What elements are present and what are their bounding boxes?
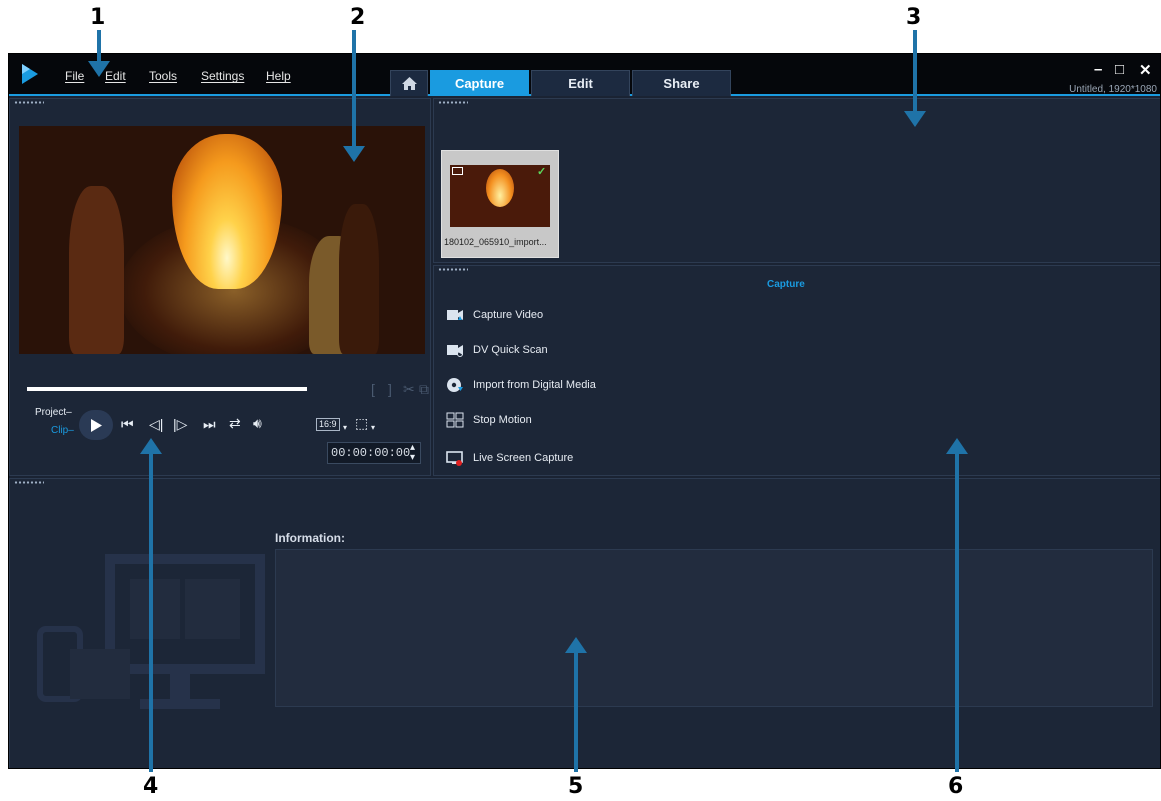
maximize-button[interactable]: □ [1115, 61, 1124, 78]
information-label: Information: [275, 531, 345, 545]
library-thumbnail[interactable]: ✓ 180102_065910_import... [441, 150, 559, 258]
tab-home[interactable] [390, 70, 428, 96]
enlarge-preview-icon[interactable]: ⧉ [419, 382, 429, 396]
chevron-down-icon: ▾ [343, 423, 348, 432]
callout-2: 2 [350, 5, 366, 30]
minimize-button[interactable]: – [1094, 61, 1102, 78]
callout-5: 5 [568, 774, 584, 799]
callout-arrow-1 [88, 30, 110, 77]
menu-settings[interactable]: Settings [201, 69, 244, 83]
timecode-stepper-icon[interactable]: ▴ ▾ [410, 443, 415, 463]
aspect-ratio-dropdown[interactable]: 16:9 [316, 418, 340, 431]
callout-arrow-5 [565, 637, 587, 772]
thumbnail-caption: 180102_065910_import... [444, 237, 547, 247]
checkmark-icon: ✓ [537, 166, 547, 178]
tab-share[interactable]: Share [632, 70, 731, 96]
capture-video-option[interactable]: Capture Video [446, 307, 543, 323]
go-to-start-icon[interactable]: ⏮ [121, 417, 134, 431]
capture-options-panel [433, 265, 1160, 476]
menu-help[interactable]: Help [266, 69, 291, 83]
person-left [69, 186, 124, 354]
play-button[interactable] [79, 410, 113, 440]
live-screen-capture-option[interactable]: Live Screen Capture [446, 450, 573, 466]
callout-4: 4 [143, 774, 159, 799]
stop-motion-icon [446, 412, 464, 428]
panel-grip[interactable] [14, 101, 44, 104]
app-logo-icon [22, 64, 38, 84]
timecode-field[interactable]: 00:00:00:00 [327, 442, 421, 464]
scrubber-bar[interactable] [27, 387, 307, 391]
project-mode-label[interactable]: Project– [35, 408, 72, 418]
import-digital-media-icon [447, 378, 463, 392]
videostudio-window: File Edit Tools Settings Help Capture Ed… [8, 53, 1161, 769]
previous-frame-icon[interactable]: ◁| [149, 417, 163, 431]
split-clip-icon[interactable]: ✂ [403, 382, 415, 396]
panel-grip[interactable] [438, 268, 468, 271]
callout-1: 1 [90, 5, 106, 30]
callout-arrow-4 [140, 438, 162, 772]
dv-quick-scan-option[interactable]: DV Quick Scan [446, 342, 548, 358]
menu-file[interactable]: File [65, 69, 84, 83]
clip-mode-label[interactable]: Clip– [51, 426, 74, 436]
thumbnail-image [450, 165, 550, 227]
mark-in-icon[interactable]: [ [371, 382, 375, 396]
close-button[interactable]: ✕ [1139, 61, 1152, 79]
go-to-end-icon[interactable]: ⏭ [203, 417, 216, 431]
import-digital-media-option[interactable]: Import from Digital Media [446, 377, 596, 393]
stop-motion-option[interactable]: Stop Motion [446, 412, 532, 428]
capture-panel-heading: Capture [767, 279, 805, 290]
next-frame-icon[interactable]: |▷ [173, 417, 187, 431]
chevron-down-icon: ▾ [371, 423, 376, 432]
panel-grip[interactable] [438, 101, 468, 104]
callout-arrow-6 [946, 438, 968, 772]
tab-edit[interactable]: Edit [531, 70, 630, 96]
information-box [275, 549, 1153, 707]
project-title: Untitled, 1920*1080 [1069, 84, 1157, 95]
volume-icon[interactable]: 🔊︎ [253, 416, 262, 430]
live-screen-capture-icon [446, 451, 463, 466]
menu-tools[interactable]: Tools [149, 69, 177, 83]
film-strip-icon [452, 167, 463, 175]
panel-grip[interactable] [14, 481, 44, 484]
mark-out-icon[interactable]: ] [388, 382, 392, 396]
callout-arrow-3 [904, 30, 926, 127]
home-icon [401, 77, 417, 90]
resize-crop-icon[interactable]: ⬚ [355, 416, 368, 430]
tab-capture[interactable]: Capture [430, 70, 529, 96]
capture-video-icon [447, 310, 463, 320]
play-icon [90, 418, 102, 432]
dv-quick-scan-icon [447, 345, 463, 357]
person-back [339, 204, 379, 354]
lantern [172, 134, 282, 289]
repeat-icon[interactable]: ⇄ [229, 416, 241, 430]
callout-arrow-2 [343, 30, 365, 162]
callout-6: 6 [948, 774, 964, 799]
callout-3: 3 [906, 5, 922, 30]
title-bar: File Edit Tools Settings Help Capture Ed… [9, 54, 1160, 96]
